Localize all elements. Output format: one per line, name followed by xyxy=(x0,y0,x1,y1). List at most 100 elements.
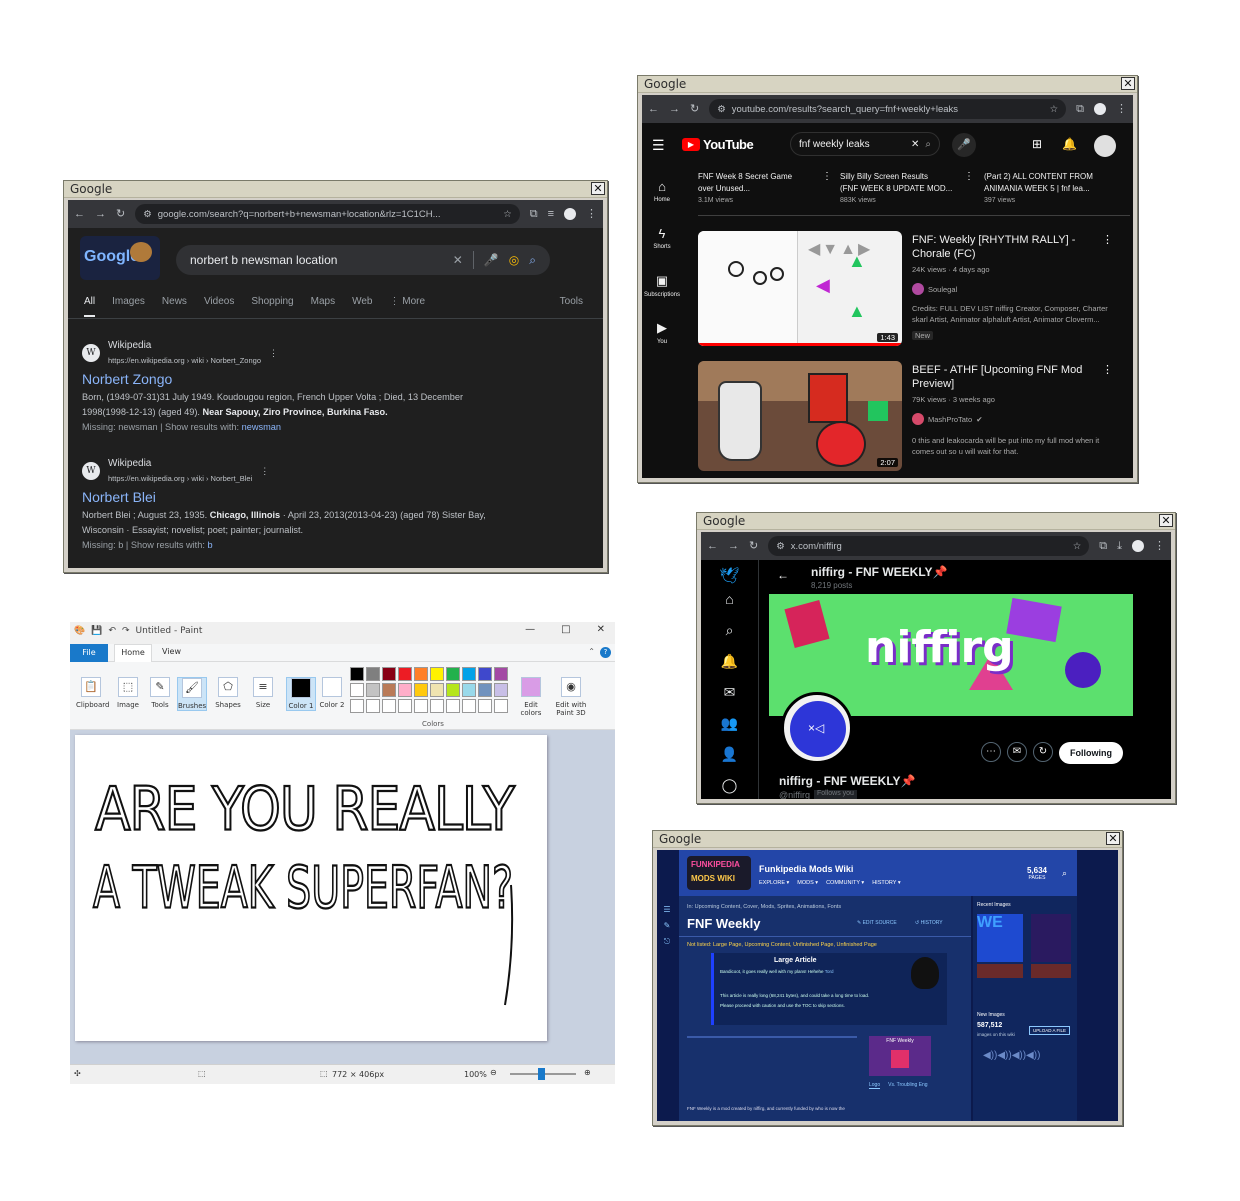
more-options-icon[interactable]: ⋮ xyxy=(260,464,269,479)
tab-file[interactable]: File xyxy=(70,644,108,662)
maximize-icon[interactable]: □ xyxy=(561,624,570,635)
subscribe-notify-button[interactable]: ↻ xyxy=(1033,742,1053,762)
palette-swatch[interactable] xyxy=(478,683,492,697)
size-button[interactable]: ≡ Size xyxy=(248,677,278,709)
palette-swatch[interactable] xyxy=(462,667,476,681)
avatar[interactable]: ×◁ xyxy=(781,692,853,764)
palette-swatch[interactable] xyxy=(414,683,428,697)
notifications-icon[interactable]: 🔔 xyxy=(1062,137,1077,151)
tab-view[interactable]: View xyxy=(162,647,181,656)
brushes-button[interactable]: 🖌 Brushes xyxy=(177,677,207,711)
drawing-canvas[interactable]: ARE YOU REALLY A TWEAK SUPERFAN? xyxy=(75,735,547,1041)
minimize-icon[interactable]: — xyxy=(525,624,535,635)
back-icon[interactable]: ← xyxy=(648,103,659,115)
search-icon[interactable]: ⌕ xyxy=(925,139,931,150)
help-icon[interactable]: ? xyxy=(600,647,611,658)
shelf-video[interactable]: FNF Week 8 Secret Game over Unused... 3.1M… xyxy=(698,171,834,207)
clipboard-button[interactable]: 📋 Clipboard xyxy=(76,677,109,709)
menu-dots-icon[interactable]: ⋮ xyxy=(586,208,597,220)
tab-news[interactable]: News xyxy=(162,296,187,317)
more-options-icon[interactable]: ⋮ xyxy=(822,171,832,182)
more-icon[interactable]: ◯ xyxy=(701,777,758,799)
tab-more[interactable]: ⋮ More xyxy=(389,296,425,317)
palette-swatch[interactable] xyxy=(494,683,508,697)
palette-swatch[interactable] xyxy=(350,667,364,681)
result-source[interactable]: W Wikipedia https://en.wikipedia.org › wi… xyxy=(82,456,522,486)
shapes-button[interactable]: ⬠ Shapes xyxy=(213,677,243,709)
palette-swatch[interactable] xyxy=(366,683,380,697)
palette-swatch[interactable] xyxy=(350,683,364,697)
close-icon[interactable]: ✕ xyxy=(591,182,605,195)
color2-button[interactable]: Color 2 xyxy=(317,677,347,709)
palette-swatch[interactable] xyxy=(446,683,460,697)
result-source[interactable]: W Wikipedia https://en.wikipedia.org › wi… xyxy=(82,338,522,368)
more-options-icon[interactable]: ⋮ xyxy=(269,346,278,361)
tab-videos[interactable]: Videos xyxy=(204,296,234,317)
tab-images[interactable]: Images xyxy=(112,296,145,317)
palette-swatch[interactable] xyxy=(414,667,428,681)
close-icon[interactable]: ✕ xyxy=(1159,514,1173,527)
search-icon[interactable]: ⌕ xyxy=(1062,868,1067,879)
tab-shopping[interactable]: Shopping xyxy=(251,296,293,317)
back-arrow-icon[interactable]: ← xyxy=(777,568,789,582)
edit-colors-button[interactable]: Edit colors xyxy=(516,677,546,717)
palette-empty-swatch[interactable] xyxy=(382,699,396,713)
color1-button[interactable]: Color 1 xyxy=(286,677,316,711)
reload-icon[interactable]: ↻ xyxy=(116,208,125,220)
tab-logo[interactable]: Logo xyxy=(869,1082,881,1089)
voice-search-icon[interactable]: 🎤 xyxy=(484,253,499,267)
zoom-out-icon[interactable]: ⊖ xyxy=(490,1068,497,1077)
more-options-icon[interactable]: ⋮ xyxy=(1102,233,1113,246)
following-button[interactable]: Following xyxy=(1059,742,1123,764)
channel-link[interactable]: MashProTato ✔ xyxy=(912,413,982,425)
bookmark-star-icon[interactable]: ☆ xyxy=(1050,104,1059,115)
palette-swatch[interactable] xyxy=(366,667,380,681)
video-title[interactable]: FNF: Weekly [RHYTHM RALLY] - Chorale (FC) xyxy=(912,233,1082,261)
shelf-video[interactable]: (Part 2) ALL CONTENT FROM ANIMANIA WEEK 5… xyxy=(984,171,1120,207)
share-icon[interactable]: ⎋ xyxy=(657,934,677,950)
notifications-icon[interactable]: 🔔 xyxy=(701,653,758,684)
tab-all[interactable]: All xyxy=(84,296,96,317)
redo-icon[interactable]: ↷ xyxy=(122,626,130,636)
video-thumbnail[interactable]: 2:07 xyxy=(698,361,902,471)
message-button[interactable]: ✉ xyxy=(1007,742,1027,762)
forward-icon[interactable]: → xyxy=(728,540,739,552)
nav-explore[interactable]: EXPLORE ▾ xyxy=(759,880,789,886)
hamburger-menu-icon[interactable]: ☰ xyxy=(652,137,665,154)
zoom-slider-thumb[interactable] xyxy=(538,1068,545,1080)
palette-swatch[interactable] xyxy=(446,667,460,681)
palette-swatch[interactable] xyxy=(462,683,476,697)
clear-icon[interactable]: ✕ xyxy=(911,139,919,150)
forward-icon[interactable]: → xyxy=(669,103,680,115)
google-doodle[interactable]: Google xyxy=(80,236,160,280)
tab-maps[interactable]: Maps xyxy=(311,296,335,317)
extensions-icon[interactable]: ⧉ xyxy=(1099,540,1107,552)
address-bar[interactable]: ⚙ google.com/search?q=norbert+b+newsman+l… xyxy=(135,204,520,224)
communities-icon[interactable]: 👥 xyxy=(701,715,758,746)
home-icon[interactable]: ⌂ xyxy=(701,591,758,622)
image-button[interactable]: ⬚ Image xyxy=(113,677,143,709)
palette-empty-swatch[interactable] xyxy=(398,699,412,713)
recent-image[interactable] xyxy=(1031,914,1071,962)
twitter-bird-icon[interactable]: 🕊 xyxy=(701,560,758,591)
palette-swatch[interactable] xyxy=(398,683,412,697)
result-title-link[interactable]: Norbert Blei xyxy=(82,486,522,508)
palette-swatch[interactable] xyxy=(478,667,492,681)
lens-icon[interactable]: ◎ xyxy=(509,253,519,267)
close-icon[interactable]: ✕ xyxy=(1106,832,1120,845)
undo-icon[interactable]: ↶ xyxy=(108,626,116,636)
palette-swatch[interactable] xyxy=(382,667,396,681)
paint3d-button[interactable]: ◉ Edit with Paint 3D xyxy=(552,677,590,717)
infobox-image[interactable]: FNF Weekly xyxy=(869,1036,931,1076)
palette-swatch[interactable] xyxy=(430,683,444,697)
menu-dots-icon[interactable]: ⋮ xyxy=(1116,103,1127,115)
more-options-button[interactable]: ⋯ xyxy=(981,742,1001,762)
search-icon[interactable]: ⌕ xyxy=(701,622,758,653)
upload-button[interactable]: UPLOAD A FILE xyxy=(1029,1026,1071,1035)
nav-history[interactable]: HISTORY ▾ xyxy=(872,880,900,886)
toc-icon[interactable]: ☰ xyxy=(657,902,677,918)
wiki-name[interactable]: Funkipedia Mods Wiki xyxy=(759,864,853,874)
palette-swatch[interactable] xyxy=(382,683,396,697)
comment-icon[interactable]: ✎ xyxy=(657,918,677,934)
clear-icon[interactable]: ✕ xyxy=(453,253,463,267)
